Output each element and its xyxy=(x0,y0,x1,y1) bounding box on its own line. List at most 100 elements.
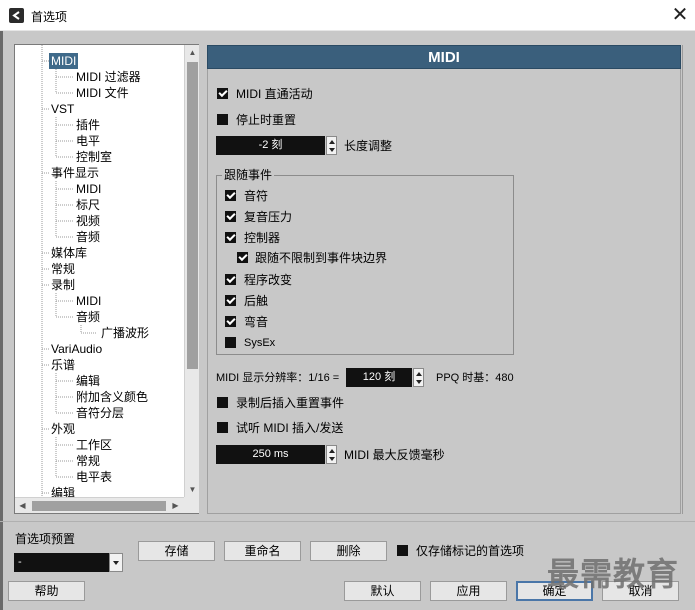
audition-checkbox[interactable] xyxy=(217,422,228,433)
tree-item[interactable]: 事件显示 xyxy=(51,165,99,181)
tree-item[interactable]: 外观 xyxy=(51,421,75,437)
app-logo-icon xyxy=(9,8,24,23)
hscroll-thumb[interactable] xyxy=(32,501,166,511)
ppq-label: PPQ 时基：480 xyxy=(436,372,514,384)
tree-item[interactable]: 插件 xyxy=(76,117,100,133)
chase-poly-pressure-checkbox[interactable] xyxy=(225,211,236,222)
length-adjust-label: 长度调整 xyxy=(344,139,393,153)
chase-program-change-checkbox[interactable] xyxy=(225,274,236,285)
tree-item[interactable]: VariAudio xyxy=(51,341,102,357)
tree-item[interactable]: MIDI xyxy=(49,53,79,69)
display-resolution-label: MIDI 显示分辨率：1/16 = xyxy=(216,372,340,384)
chase-sysex-label: SysEx xyxy=(244,337,276,349)
presets-label: 首选项预置 xyxy=(15,532,76,546)
scroll-thumb[interactable] xyxy=(187,62,198,369)
preferences-tree[interactable]: MIDI MIDI 过滤器 MIDI 文件 VST 插件 电平 控制室 事件显示 MIDI 标尺视… xyxy=(14,44,199,514)
max-feedback-stepper[interactable] xyxy=(326,445,337,464)
tree-item[interactable]: 常规 xyxy=(76,453,100,469)
scroll-right-icon[interactable]: ▶ xyxy=(168,498,183,514)
presets-combo[interactable]: - xyxy=(14,553,123,572)
chase-poly-pressure-label: 复音压力 xyxy=(244,210,293,224)
tree-item[interactable]: 标尺 xyxy=(76,197,100,213)
tree-item[interactable]: 音频 xyxy=(76,309,100,325)
tree-item[interactable]: 乐谱 xyxy=(51,357,75,373)
tree-item[interactable]: VST xyxy=(51,101,74,117)
chase-pitchbend-label: 弯音 xyxy=(244,315,269,329)
length-adjust-stepper[interactable] xyxy=(326,136,337,155)
max-feedback-field[interactable]: 250 ms xyxy=(216,445,325,464)
chase-sysex-checkbox[interactable] xyxy=(225,337,236,348)
stepper-up-icon[interactable] xyxy=(329,449,335,453)
tree-item[interactable]: MIDI xyxy=(76,181,101,197)
tree-item[interactable]: 电平表 xyxy=(76,469,112,485)
rename-button[interactable]: 重命名 xyxy=(224,541,301,561)
scroll-down-icon[interactable]: ▼ xyxy=(185,482,200,497)
watermark: 最需教育 xyxy=(547,555,680,593)
tree-item[interactable]: 音频 xyxy=(76,229,100,245)
chevron-down-icon[interactable] xyxy=(113,561,119,565)
chase-unlimited-label: 跟随不限制到事件块边界 xyxy=(255,251,388,265)
display-resolution-stepper[interactable] xyxy=(413,368,424,387)
chase-controller-checkbox[interactable] xyxy=(225,232,236,243)
tree-item[interactable]: 音符分层 xyxy=(76,405,124,421)
separator xyxy=(0,521,695,522)
chase-controller-label: 控制器 xyxy=(244,231,281,245)
tree-horizontal-scrollbar[interactable]: ◀ ▶ xyxy=(15,497,184,513)
tree-list: MIDI MIDI 过滤器 MIDI 文件 VST 插件 电平 控制室 事件显示 MIDI 标尺视… xyxy=(15,45,184,497)
length-adjust-field[interactable]: -2 刻 xyxy=(216,136,325,155)
tree-item[interactable]: 编辑 xyxy=(51,485,75,497)
chase-aftertouch-checkbox[interactable] xyxy=(225,295,236,306)
stepper-down-icon[interactable] xyxy=(329,148,335,152)
scrollbar-corner xyxy=(184,497,199,513)
chase-pitchbend-checkbox[interactable] xyxy=(225,316,236,327)
tree-item[interactable]: MIDI 文件 xyxy=(76,85,129,101)
tree-item[interactable]: 编辑 xyxy=(76,373,100,389)
tree-item[interactable]: 视频 xyxy=(76,213,100,229)
tree-item[interactable]: 广播波形 xyxy=(101,325,149,341)
stepper-down-icon[interactable] xyxy=(416,380,422,384)
max-feedback-label: MIDI 最大反馈毫秒 xyxy=(344,448,445,462)
chase-events-title: 跟随事件 xyxy=(222,168,275,182)
reset-on-stop-checkbox[interactable] xyxy=(217,114,228,125)
stepper-down-icon[interactable] xyxy=(329,457,335,461)
audition-label: 试听 MIDI 插入/发送 xyxy=(236,421,344,435)
title-bar: 首选项 ✕ xyxy=(0,0,695,31)
tree-item[interactable]: 媒体库 xyxy=(51,245,87,261)
tree-item[interactable]: MIDI 过滤器 xyxy=(76,69,141,85)
midi-thru-label: MIDI 直通活动 xyxy=(236,87,313,101)
help-button[interactable]: 帮助 xyxy=(8,581,85,601)
chase-unlimited-checkbox[interactable] xyxy=(237,252,248,263)
tree-item[interactable]: 控制室 xyxy=(76,149,112,165)
chase-program-change-label: 程序改变 xyxy=(244,273,293,287)
apply-button[interactable]: 应用 xyxy=(430,581,507,601)
window-title: 首选项 xyxy=(31,10,68,24)
tree-item[interactable]: 录制 xyxy=(51,277,75,293)
display-resolution-field[interactable]: 120 刻 xyxy=(346,368,412,387)
reset-on-stop-label: 停止时重置 xyxy=(236,113,297,127)
tree-item[interactable]: 附加含义颜色 xyxy=(76,389,148,405)
panel-title: MIDI xyxy=(207,45,681,69)
presets-combo-dropdown[interactable] xyxy=(109,553,123,572)
scroll-up-icon[interactable]: ▲ xyxy=(185,45,200,60)
close-icon: ✕ xyxy=(671,4,689,26)
scroll-left-icon[interactable]: ◀ xyxy=(15,498,30,514)
insert-reset-checkbox[interactable] xyxy=(217,397,228,408)
close-button[interactable]: ✕ xyxy=(668,3,692,27)
midi-thru-checkbox[interactable] xyxy=(217,88,228,99)
delete-button[interactable]: 删除 xyxy=(310,541,387,561)
panel-divider xyxy=(682,45,683,514)
tree-item[interactable]: 电平 xyxy=(76,133,100,149)
defaults-button[interactable]: 默认 xyxy=(344,581,421,601)
insert-reset-label: 录制后插入重置事件 xyxy=(236,396,345,410)
only-marked-label: 仅存储标记的首选项 xyxy=(416,544,525,558)
tree-item[interactable]: MIDI xyxy=(76,293,101,309)
tree-vertical-scrollbar[interactable]: ▲ ▼ xyxy=(184,45,199,497)
tree-item[interactable]: 常规 xyxy=(51,261,75,277)
stepper-up-icon[interactable] xyxy=(416,372,422,376)
only-marked-checkbox[interactable] xyxy=(397,545,408,556)
store-button[interactable]: 存储 xyxy=(138,541,215,561)
chase-aftertouch-label: 后触 xyxy=(244,294,269,308)
tree-item[interactable]: 工作区 xyxy=(76,437,112,453)
stepper-up-icon[interactable] xyxy=(329,140,335,144)
chase-notes-checkbox[interactable] xyxy=(225,190,236,201)
